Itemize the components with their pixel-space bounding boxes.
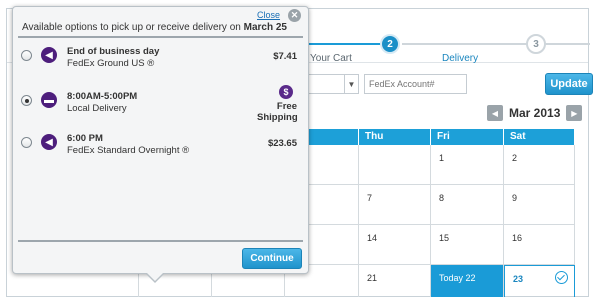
calendar-day[interactable]: 2 bbox=[504, 145, 575, 184]
next-month-icon[interactable]: ▶ bbox=[566, 105, 583, 121]
option-radio[interactable] bbox=[21, 50, 32, 61]
option-service: FedEx Ground US ® bbox=[67, 58, 155, 69]
option-time: 6:00 PM bbox=[67, 133, 103, 144]
close-icon[interactable]: ✕ bbox=[288, 9, 301, 22]
step-progress-line bbox=[297, 43, 392, 45]
header-thu: Thu bbox=[359, 129, 431, 145]
continue-button[interactable]: Continue bbox=[242, 248, 302, 269]
calendar-day[interactable]: 16 bbox=[504, 225, 575, 264]
step-remaining-line bbox=[542, 43, 590, 45]
option-radio[interactable] bbox=[21, 137, 32, 148]
check-circle-icon bbox=[555, 271, 568, 284]
popup-title: Available options to pick up or receive … bbox=[22, 22, 287, 33]
popup-divider bbox=[18, 36, 303, 38]
fedex-arrow-icon: ◀ bbox=[41, 134, 57, 150]
delivery-options-popup: Close ✕ Available options to pick up or … bbox=[12, 6, 309, 274]
month-label: Mar 2013 bbox=[509, 106, 561, 120]
update-button[interactable]: Update bbox=[545, 73, 593, 95]
calendar-day[interactable]: 21 bbox=[359, 265, 431, 297]
step-circle-next: 3 bbox=[526, 34, 546, 54]
step-remaining-line bbox=[402, 43, 532, 45]
calendar-day[interactable]: 9 bbox=[504, 185, 575, 224]
delivery-option[interactable]: ◀ 6:00 PM FedEx Standard Overnight ® $23… bbox=[13, 131, 308, 171]
delivery-option[interactable]: ◀ End of business day FedEx Ground US ® … bbox=[13, 44, 308, 84]
carrier-select[interactable]: ▼ bbox=[307, 74, 359, 94]
calendar-day[interactable]: 15 bbox=[431, 225, 504, 264]
calendar-day bbox=[359, 145, 431, 184]
popup-title-text: Available options to pick up or receive … bbox=[22, 22, 241, 33]
step-label-cart[interactable]: Your Cart bbox=[310, 53, 352, 64]
fedex-arrow-icon: ◀ bbox=[41, 47, 57, 63]
truck-icon: ▬ bbox=[41, 92, 57, 108]
option-time: 8:00AM-5:00PM bbox=[67, 91, 138, 102]
delivery-option-selected[interactable]: ▬ 8:00AM-5:00PM Local Delivery $ Free Sh… bbox=[13, 85, 308, 129]
calendar-day[interactable]: 14 bbox=[359, 225, 431, 264]
option-price: $23.65 bbox=[267, 138, 297, 149]
option-service: Local Delivery bbox=[67, 103, 127, 114]
step-circle-delivery: 2 bbox=[380, 34, 400, 54]
option-time: End of business day bbox=[67, 46, 160, 57]
option-service: FedEx Standard Overnight ® bbox=[67, 145, 190, 156]
selected-day-label: 23 bbox=[513, 274, 524, 284]
calendar-day-today[interactable]: Today 22 bbox=[431, 265, 504, 297]
option-price: Free Shipping bbox=[257, 101, 298, 123]
calendar-day[interactable]: 7 bbox=[359, 185, 431, 224]
popup-divider bbox=[18, 240, 303, 242]
close-link[interactable]: Close bbox=[257, 10, 280, 20]
popup-title-date: March 25 bbox=[243, 22, 287, 33]
option-radio[interactable] bbox=[21, 95, 32, 106]
popup-pointer bbox=[146, 272, 164, 281]
option-price: $7.41 bbox=[273, 51, 297, 62]
calendar-day[interactable]: 8 bbox=[431, 185, 504, 224]
calendar-day[interactable]: 1 bbox=[431, 145, 504, 184]
month-navigator: ◀ Mar 2013 ▶ bbox=[487, 105, 583, 121]
calendar-day-selected[interactable]: 23 bbox=[504, 265, 575, 297]
step-label-delivery: Delivery bbox=[442, 53, 479, 64]
prev-month-icon[interactable]: ◀ bbox=[487, 105, 503, 121]
header-sat: Sat bbox=[504, 129, 575, 145]
chevron-down-icon: ▼ bbox=[344, 75, 358, 93]
fedex-account-input[interactable] bbox=[364, 74, 467, 94]
dollar-icon: $ bbox=[279, 85, 293, 99]
header-fri: Fri bbox=[431, 129, 504, 145]
